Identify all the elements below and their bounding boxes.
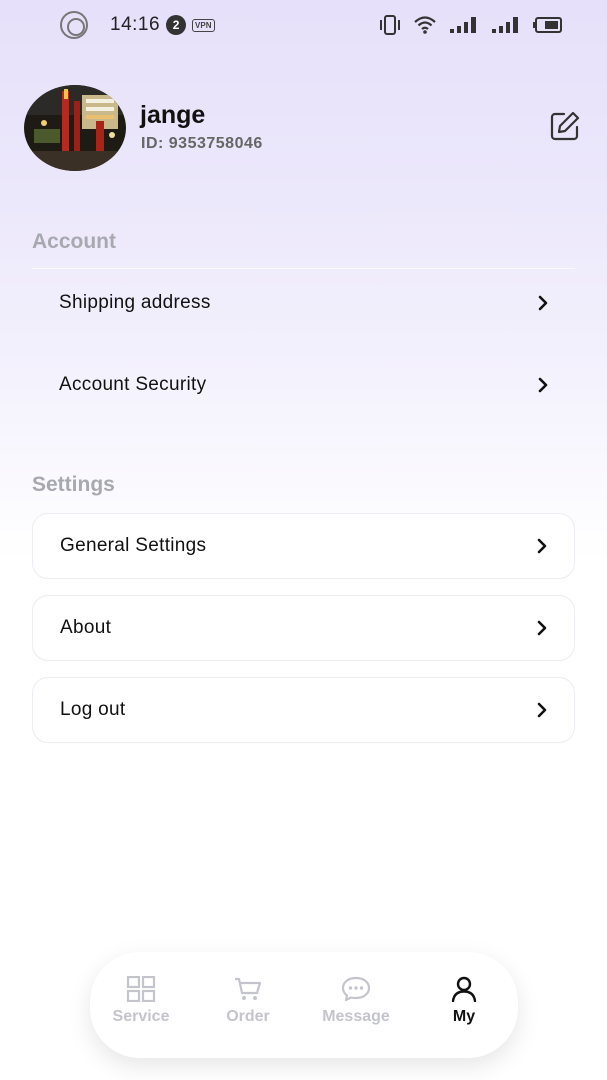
- edit-profile-button[interactable]: [546, 107, 584, 145]
- vpn-badge: VPN: [192, 18, 215, 32]
- chevron-right-icon: [538, 295, 548, 311]
- avatar[interactable]: [24, 85, 126, 171]
- battery-icon: [533, 16, 563, 34]
- row-label: Account Security: [59, 374, 207, 395]
- tab-my[interactable]: My: [414, 976, 514, 1036]
- notification-badge: 2: [166, 15, 187, 35]
- vibrate-icon: [379, 14, 401, 36]
- edit-icon: [550, 111, 580, 141]
- profile-header: jange ID: 9353758046: [24, 85, 584, 173]
- chevron-right-icon: [538, 377, 548, 393]
- row-label: General Settings: [60, 535, 207, 556]
- user-id: ID: 9353758046: [141, 135, 263, 152]
- person-icon: [451, 976, 477, 1002]
- signal-icon: [491, 16, 521, 34]
- chevron-right-icon: [537, 538, 547, 554]
- tab-label: Message: [322, 1008, 390, 1025]
- status-left: 14:16 2 VPN: [60, 11, 215, 39]
- tab-label: My: [452, 1008, 476, 1025]
- tab-label: Service: [112, 1008, 170, 1025]
- chevron-right-icon: [537, 702, 547, 718]
- username: jange: [140, 101, 206, 129]
- bottom-tab-bar: Service Order Message My: [90, 952, 518, 1058]
- chat-icon: [341, 976, 371, 1002]
- status-right: [379, 13, 563, 37]
- account-section-title: Account: [32, 230, 116, 253]
- tab-order[interactable]: Order: [198, 976, 298, 1036]
- tab-service[interactable]: Service: [91, 976, 191, 1036]
- row-label: About: [60, 617, 112, 638]
- settings-section-title: Settings: [32, 473, 115, 496]
- ring-icon: [60, 11, 88, 39]
- chevron-right-icon: [537, 620, 547, 636]
- shipping-address-row[interactable]: Shipping address: [32, 270, 575, 336]
- log-out-row[interactable]: Log out: [32, 677, 575, 743]
- status-time: 14:16: [110, 14, 161, 35]
- tab-label: Order: [226, 1008, 270, 1025]
- tab-message[interactable]: Message: [306, 976, 406, 1036]
- divider: [32, 268, 575, 269]
- row-label: Log out: [60, 699, 126, 720]
- wifi-icon: [413, 14, 437, 36]
- grid-icon: [126, 976, 156, 1002]
- account-security-row[interactable]: Account Security: [32, 352, 575, 418]
- row-label: Shipping address: [59, 292, 211, 313]
- general-settings-row[interactable]: General Settings: [32, 513, 575, 579]
- status-bar: 14:16 2 VPN: [0, 0, 607, 50]
- about-row[interactable]: About: [32, 595, 575, 661]
- cart-icon: [235, 977, 262, 1000]
- signal-icon: [449, 16, 479, 34]
